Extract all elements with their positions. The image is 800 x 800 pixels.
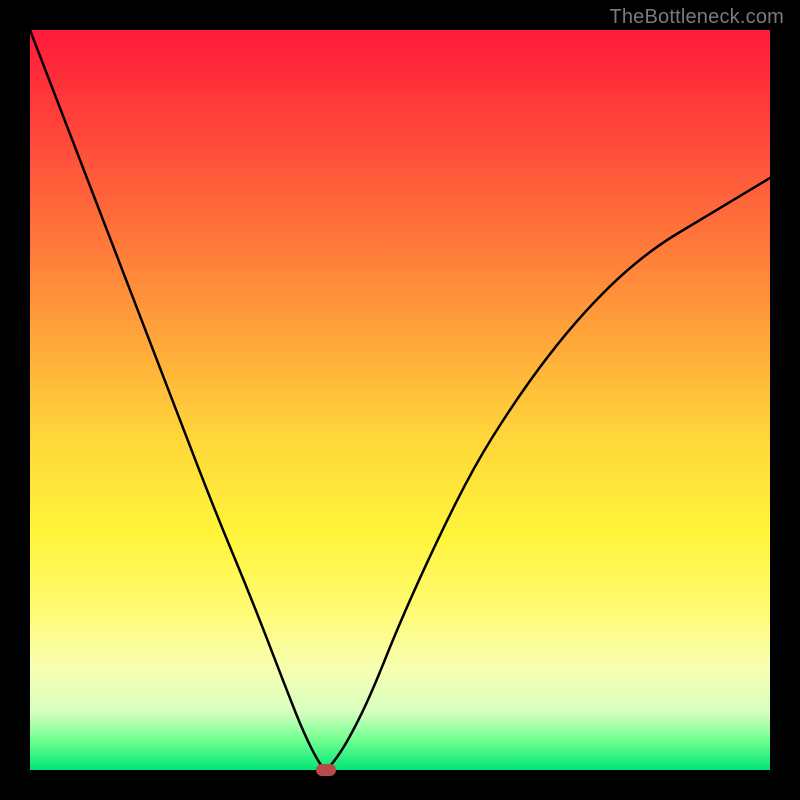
curve-svg [30,30,770,770]
bottleneck-curve-path [30,30,770,768]
optimum-marker [316,764,336,776]
plot-area [30,30,770,770]
chart-container: TheBottleneck.com [0,0,800,800]
watermark-text: TheBottleneck.com [609,6,784,29]
